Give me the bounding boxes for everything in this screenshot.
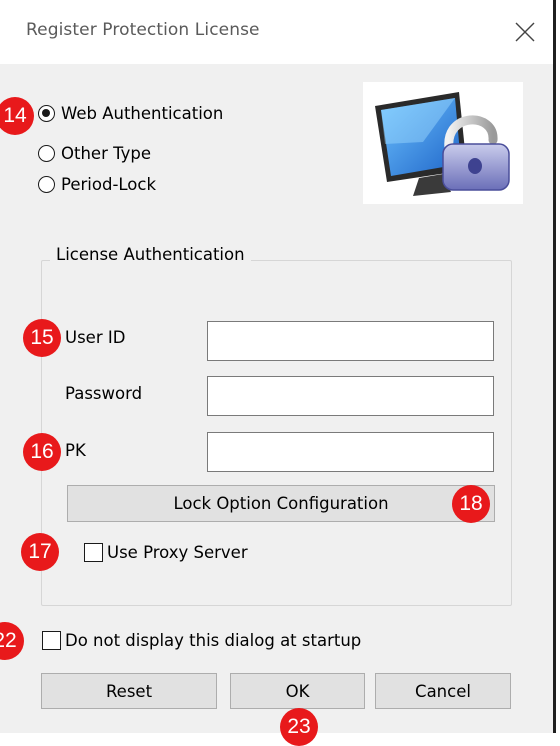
radio-label: Period-Lock [61, 175, 157, 194]
annotation-badge: 17 [21, 533, 59, 571]
user-id-label: User ID [65, 328, 126, 347]
checkbox[interactable] [42, 631, 61, 650]
button-label: Cancel [415, 681, 471, 701]
use-proxy-server-checkbox[interactable]: Use Proxy Server [84, 543, 248, 562]
radio-button[interactable] [38, 176, 55, 193]
annotation-badge: 15 [23, 319, 61, 357]
radio-label: Other Type [61, 144, 151, 163]
annotation-badge: 18 [452, 485, 490, 523]
cancel-button[interactable]: Cancel [375, 673, 511, 709]
radio-button[interactable] [38, 145, 55, 162]
dialog-title: Register Protection License [26, 20, 260, 40]
checkbox-label: Use Proxy Server [107, 543, 248, 562]
pk-field[interactable] [207, 432, 494, 472]
pk-label: PK [65, 441, 86, 460]
close-icon[interactable] [505, 10, 545, 54]
title-bar: Register Protection License [0, 0, 553, 64]
password-field[interactable] [207, 376, 494, 416]
annotation-badge: 23 [280, 708, 318, 746]
reset-button[interactable]: Reset [41, 673, 217, 709]
checkbox[interactable] [84, 543, 103, 562]
register-license-dialog: Register Protection License Web Authenti… [0, 0, 556, 733]
checkbox-label: Do not display this dialog at startup [65, 631, 362, 650]
radio-other-type[interactable]: Other Type [38, 144, 151, 163]
radio-period-lock[interactable]: Period-Lock [38, 175, 156, 194]
lock-option-configuration-button[interactable]: Lock Option Configuration [67, 485, 495, 522]
radio-button[interactable] [38, 105, 55, 122]
radio-label: Web Authentication [61, 104, 224, 123]
button-label: Lock Option Configuration [173, 494, 389, 513]
ok-button[interactable]: OK [230, 673, 365, 709]
startup-checkbox[interactable]: Do not display this dialog at startup [42, 631, 361, 650]
radio-web-authentication[interactable]: Web Authentication [38, 104, 223, 123]
monitor-lock-icon [363, 82, 523, 204]
password-label: Password [65, 384, 143, 403]
annotation-badge: 16 [23, 433, 61, 471]
user-id-field[interactable] [207, 321, 494, 361]
button-label: Reset [105, 681, 153, 701]
button-label: OK [285, 681, 310, 701]
group-label: License Authentication [50, 245, 251, 264]
